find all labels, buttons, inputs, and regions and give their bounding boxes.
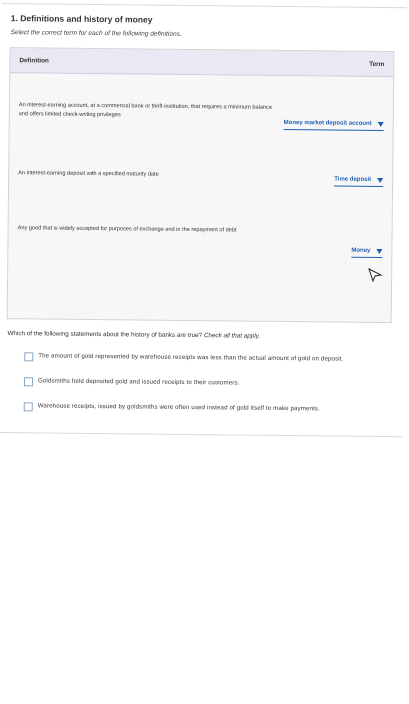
term-column-header: Term — [369, 61, 384, 68]
definition-line: An interest-earning deposit with a speci… — [18, 169, 159, 179]
question-instruction: Select the correct term for each of the … — [11, 29, 182, 38]
bottom-divider — [0, 432, 402, 437]
question-prompt: Which of the following statements about … — [7, 330, 260, 340]
term-dropdown-3[interactable]: Money — [351, 248, 382, 258]
matching-table: Definition Term An interest-earning acco… — [7, 47, 395, 323]
answer-option-label: Goldsmiths held deposited gold and issue… — [38, 377, 240, 386]
question-prompt-text: Which of the following statements about … — [7, 330, 202, 339]
chevron-down-icon — [377, 178, 383, 183]
table-header: Definition Term — [10, 48, 393, 77]
checkbox[interactable] — [24, 377, 33, 386]
term-dropdown-2[interactable]: Time deposit — [334, 177, 383, 188]
term-dropdown-value: Money market deposit account — [284, 120, 372, 127]
question-prompt-instruction: Check all that apply. — [204, 332, 260, 340]
mouse-pointer-icon — [368, 268, 382, 282]
definition-text: Any good that is widely accepted for pur… — [18, 224, 237, 235]
top-divider — [2, 3, 407, 8]
checkbox[interactable] — [24, 352, 33, 361]
chevron-down-icon — [378, 122, 384, 127]
term-dropdown-value: Money — [351, 248, 370, 254]
answer-option-label: The amount of gold represented by wareho… — [38, 352, 343, 362]
question-title: 1. Definitions and history of money — [11, 13, 153, 24]
term-dropdown-1[interactable]: Money market deposit account — [284, 120, 384, 131]
checkbox[interactable] — [24, 402, 33, 411]
definition-text: An interest-earning account, at a commer… — [19, 101, 272, 122]
definition-column-header: Definition — [19, 57, 49, 64]
term-dropdown-value: Time deposit — [334, 177, 371, 183]
page: 1. Definitions and history of money Sele… — [0, 0, 409, 704]
definition-line: Any good that is widely accepted for pur… — [18, 224, 237, 235]
definition-text: An interest-earning deposit with a speci… — [18, 169, 159, 179]
chevron-down-icon — [376, 249, 382, 254]
answer-option-label: Warehouse receipts, issued by goldsmiths… — [38, 402, 320, 412]
